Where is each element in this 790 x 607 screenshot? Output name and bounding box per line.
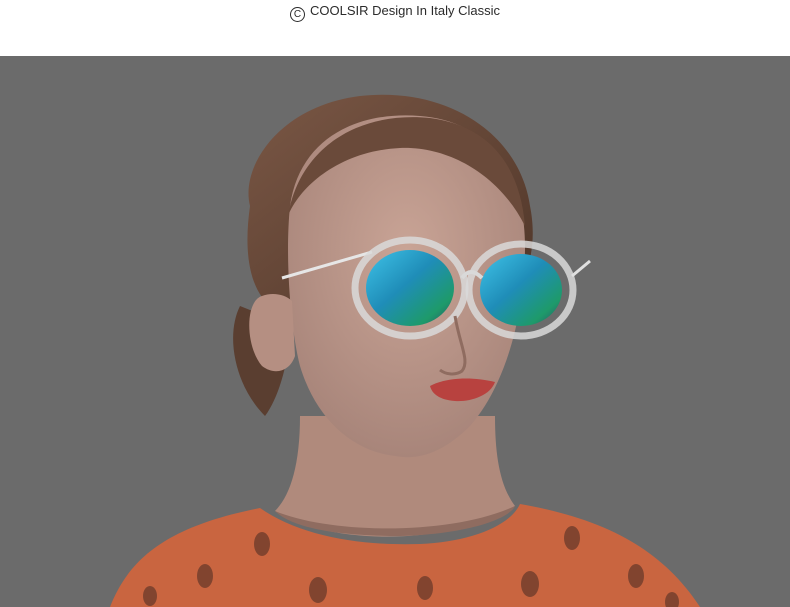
- header-bar: C COOLSIR Design In Italy Classic: [0, 0, 790, 56]
- copyright-icon: C: [289, 7, 305, 22]
- model-illustration: [0, 56, 790, 607]
- brand-caption-text: COOLSIR Design In Italy Classic: [309, 3, 500, 18]
- left-lens: [366, 250, 454, 326]
- product-page: C COOLSIR Design In Italy Classic: [0, 0, 790, 607]
- right-lens: [480, 254, 562, 326]
- brand-caption: C COOLSIR Design In Italy Classic: [0, 3, 790, 22]
- product-photo: [0, 56, 790, 607]
